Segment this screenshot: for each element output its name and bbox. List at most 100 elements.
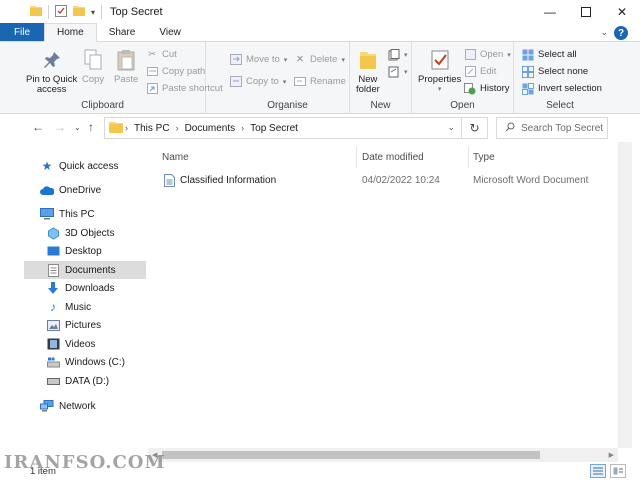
edit-button[interactable]: Edit: [464, 64, 496, 79]
scissors-icon: ✂: [148, 49, 156, 60]
select-group-label: Select: [546, 100, 574, 111]
tab-home[interactable]: Home: [44, 23, 97, 42]
copy-path-button[interactable]: Copy path: [146, 64, 205, 79]
tab-view[interactable]: View: [147, 23, 193, 41]
nav-item-pictures[interactable]: Pictures: [24, 316, 146, 334]
breadcrumb-documents[interactable]: Documents: [185, 123, 236, 134]
pin-quick-access-button[interactable]: Pin to Quick access: [26, 48, 77, 95]
maximize-button[interactable]: [568, 0, 604, 24]
copy-button[interactable]: Copy: [82, 48, 104, 85]
nav-item-videos[interactable]: Videos: [24, 335, 146, 353]
properties-button[interactable]: Properties ▾: [418, 48, 461, 95]
help-icon[interactable]: ?: [614, 26, 628, 40]
rename-icon: [294, 76, 306, 88]
column-divider[interactable]: [468, 146, 469, 168]
window-title: Top Secret: [110, 6, 163, 18]
file-name: Classified Information: [180, 174, 277, 186]
new-folder-icon: [357, 48, 379, 72]
cloud-icon: [40, 183, 54, 197]
folder-icon: [30, 5, 42, 19]
history-icon: [464, 82, 476, 95]
rename-button[interactable]: Rename: [294, 74, 346, 89]
organise-group-label: Organise: [267, 100, 308, 111]
nav-item-data-d[interactable]: DATA (D:): [24, 372, 146, 390]
details-view-icon: [593, 467, 603, 475]
nav-item-music[interactable]: ♪ Music: [24, 298, 146, 316]
organise-group: Move to ▾ Copy to ▾ ✕ Delete ▾ Rename Or…: [226, 42, 350, 114]
properties-check-icon[interactable]: [55, 4, 67, 20]
select-group: Select all Select none Invert selection …: [514, 42, 606, 114]
column-header-date[interactable]: Date modified: [362, 149, 424, 165]
scrollbar-thumb[interactable]: [162, 451, 540, 459]
back-arrow-icon[interactable]: ←: [32, 120, 44, 134]
picture-icon: [46, 318, 60, 332]
nav-item-network[interactable]: Network: [24, 397, 146, 415]
select-none-button[interactable]: Select none: [522, 64, 588, 79]
nav-item-windows-c[interactable]: Windows (C:): [24, 353, 146, 371]
history-button[interactable]: History: [464, 81, 510, 96]
recent-locations-icon[interactable]: ⌄: [74, 123, 81, 132]
search-input[interactable]: Search Top Secret: [496, 117, 608, 139]
delete-x-icon: ✕: [296, 54, 304, 65]
tab-file[interactable]: File: [0, 23, 44, 41]
copy-icon: [82, 48, 104, 72]
copy-to-icon: [230, 76, 242, 88]
tab-share[interactable]: Share: [97, 23, 148, 41]
new-group-label: New: [370, 100, 391, 111]
paste-shortcut-button[interactable]: Paste shortcut: [146, 81, 223, 96]
vertical-scrollbar[interactable]: [618, 142, 632, 448]
nav-item-desktop[interactable]: Desktop: [24, 242, 146, 260]
column-header-type[interactable]: Type: [473, 149, 495, 165]
address-bar[interactable]: › This PC › Documents › Top Secret ⌄: [104, 117, 462, 139]
scroll-right-icon[interactable]: ▶: [609, 451, 614, 459]
details-view-button[interactable]: [590, 464, 606, 478]
up-arrow-icon[interactable]: ↑: [88, 120, 94, 134]
invert-selection-button[interactable]: Invert selection: [522, 81, 602, 96]
horizontal-scrollbar[interactable]: ◀ ▶: [148, 448, 618, 462]
divider: [48, 5, 49, 19]
divider: [101, 5, 103, 19]
desktop-icon: [46, 244, 60, 258]
path-icon: [146, 66, 158, 78]
easy-access-button[interactable]: ▾: [388, 64, 408, 79]
new-item-button[interactable]: ▾: [388, 47, 408, 62]
film-icon: [46, 337, 60, 351]
shortcut-icon: [146, 83, 158, 95]
nav-item-3d-objects[interactable]: 3D Objects: [24, 224, 146, 242]
breadcrumb-separator-icon: ›: [175, 123, 179, 133]
close-button[interactable]: ✕: [604, 0, 640, 24]
refresh-button[interactable]: ↻: [462, 117, 488, 139]
chevron-down-icon[interactable]: ⌄: [600, 27, 608, 38]
large-icons-view-button[interactable]: [610, 464, 626, 478]
paste-button[interactable]: Paste: [114, 48, 138, 85]
select-all-button[interactable]: Select all: [522, 47, 577, 62]
move-to-button[interactable]: Move to ▾: [230, 52, 287, 67]
column-divider[interactable]: [356, 146, 357, 168]
new-folder-qa-icon[interactable]: [73, 5, 85, 19]
nav-item-quick-access[interactable]: ★ Quick access: [24, 157, 146, 175]
cut-button[interactable]: ✂ Cut: [146, 47, 177, 62]
table-row[interactable]: Classified Information 04/02/2022 10:24 …: [160, 170, 600, 190]
open-button[interactable]: Open ▾: [464, 47, 511, 62]
breadcrumb-top-secret[interactable]: Top Secret: [250, 123, 298, 134]
chevron-down-icon[interactable]: ⌄: [447, 122, 455, 133]
folder-icon: [109, 121, 123, 136]
pin-icon: [41, 48, 63, 72]
invert-selection-icon: [522, 82, 534, 95]
customize-dropdown-icon[interactable]: ▾: [91, 8, 95, 17]
clipboard-group: Pin to Quick access Copy Paste ✂ Cut Cop…: [0, 42, 223, 114]
search-icon: [505, 122, 515, 135]
forward-arrow-icon[interactable]: →: [54, 120, 66, 134]
new-folder-button[interactable]: New folder: [356, 48, 380, 95]
nav-item-downloads[interactable]: Downloads: [24, 279, 146, 297]
nav-item-this-pc[interactable]: This PC: [24, 205, 146, 223]
delete-button[interactable]: ✕ Delete ▾: [294, 52, 345, 67]
column-header-name[interactable]: Name: [162, 149, 189, 165]
file-list: Name Date modified Type Classified Infor…: [148, 142, 618, 448]
minimize-button[interactable]: —: [532, 0, 568, 24]
nav-item-onedrive[interactable]: OneDrive: [24, 181, 146, 199]
breadcrumb-this-pc[interactable]: This PC: [134, 123, 170, 134]
quick-access-toolbar: ▾: [0, 4, 103, 20]
nav-item-documents[interactable]: Documents: [24, 261, 146, 279]
copy-to-button[interactable]: Copy to ▾: [230, 74, 286, 89]
